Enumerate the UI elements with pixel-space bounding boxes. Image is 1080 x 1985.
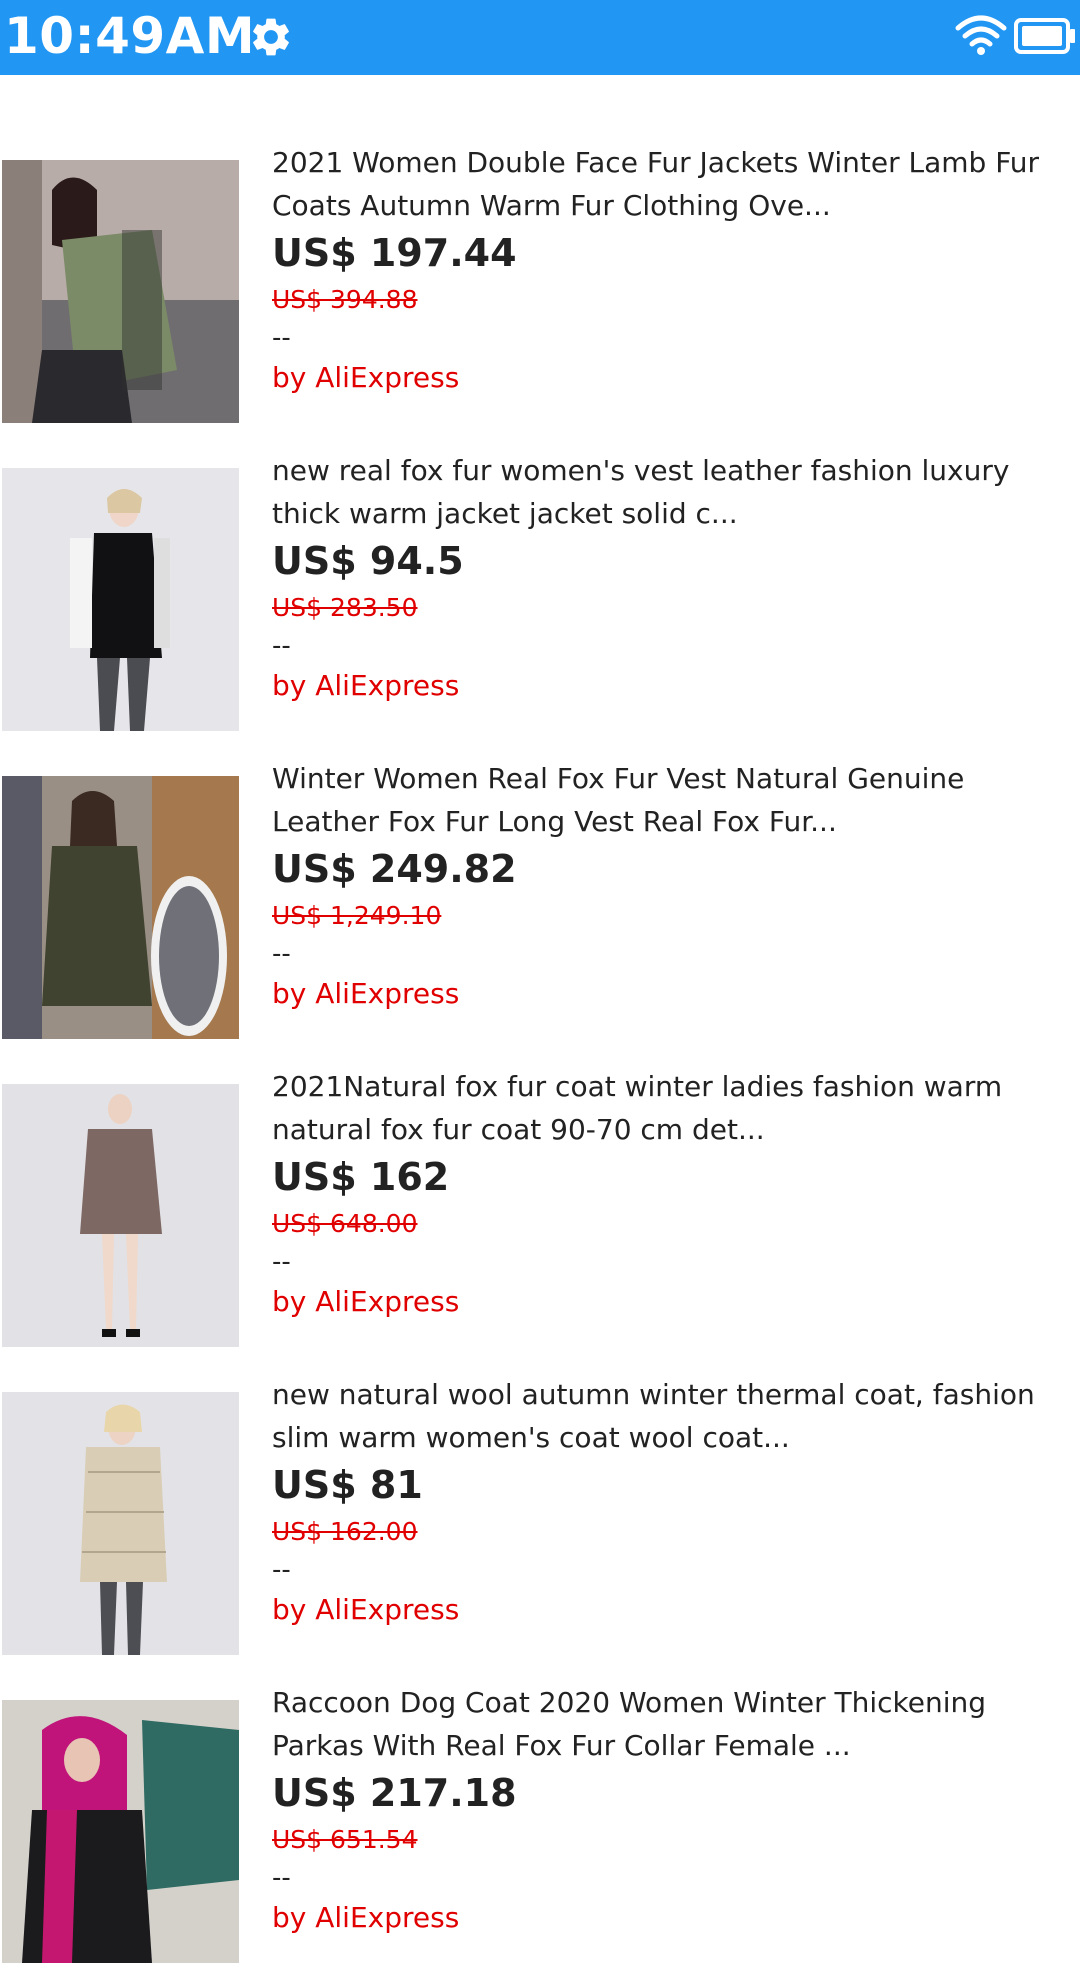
product-image[interactable] (2, 776, 239, 1039)
product-rating: -- (272, 1555, 291, 1585)
product-rating: -- (272, 631, 291, 661)
product-image[interactable] (2, 160, 239, 423)
seller-label: by AliExpress (272, 977, 460, 1010)
product-title[interactable]: new real fox fur women's vest leather fa… (272, 449, 1072, 535)
original-price: US$ 394.88 (272, 285, 418, 314)
product-list: 2021 Women Double Face Fur Jackets Winte… (0, 137, 1080, 1985)
gear-icon (253, 18, 289, 56)
seller-label: by AliExpress (272, 361, 460, 394)
product-title[interactable]: 2021 Women Double Face Fur Jackets Winte… (272, 141, 1072, 227)
product-title[interactable]: new natural wool autumn winter thermal c… (272, 1373, 1072, 1459)
original-price: US$ 1,249.10 (272, 901, 442, 930)
battery-icon (1014, 18, 1075, 54)
product-card[interactable]: new natural wool autumn winter thermal c… (0, 1369, 1080, 1677)
product-card[interactable]: Raccoon Dog Coat 2020 Women Winter Thick… (0, 1677, 1080, 1985)
product-price: US$ 94.5 (272, 539, 464, 583)
product-card[interactable]: Winter Women Real Fox Fur Vest Natural G… (0, 753, 1080, 1061)
product-title[interactable]: Raccoon Dog Coat 2020 Women Winter Thick… (272, 1681, 1072, 1767)
seller-label: by AliExpress (272, 669, 460, 702)
product-image[interactable] (2, 1700, 239, 1963)
product-title[interactable]: 2021Natural fox fur coat winter ladies f… (272, 1065, 1072, 1151)
status-time: 10:49AM (4, 7, 256, 65)
product-rating: -- (272, 1863, 291, 1893)
product-image[interactable] (2, 468, 239, 731)
seller-label: by AliExpress (272, 1901, 460, 1934)
product-price: US$ 217.18 (272, 1771, 517, 1815)
product-card[interactable]: 2021Natural fox fur coat winter ladies f… (0, 1061, 1080, 1369)
product-card[interactable]: new real fox fur women's vest leather fa… (0, 445, 1080, 753)
wifi-icon (955, 15, 1007, 55)
original-price: US$ 162.00 (272, 1517, 418, 1546)
product-card[interactable]: 2021 Women Double Face Fur Jackets Winte… (0, 137, 1080, 445)
product-price: US$ 81 (272, 1463, 423, 1507)
seller-label: by AliExpress (272, 1285, 460, 1318)
original-price: US$ 651.54 (272, 1825, 418, 1854)
product-rating: -- (272, 939, 291, 969)
original-price: US$ 283.50 (272, 593, 418, 622)
product-rating: -- (272, 1247, 291, 1277)
product-price: US$ 197.44 (272, 231, 517, 275)
product-rating: -- (272, 323, 291, 353)
product-title[interactable]: Winter Women Real Fox Fur Vest Natural G… (272, 757, 1072, 843)
status-bar: 10:49AM (0, 0, 1080, 75)
product-price: US$ 249.82 (272, 847, 517, 891)
product-image[interactable] (2, 1392, 239, 1655)
original-price: US$ 648.00 (272, 1209, 418, 1238)
product-price: US$ 162 (272, 1155, 450, 1199)
product-image[interactable] (2, 1084, 239, 1347)
seller-label: by AliExpress (272, 1593, 460, 1626)
